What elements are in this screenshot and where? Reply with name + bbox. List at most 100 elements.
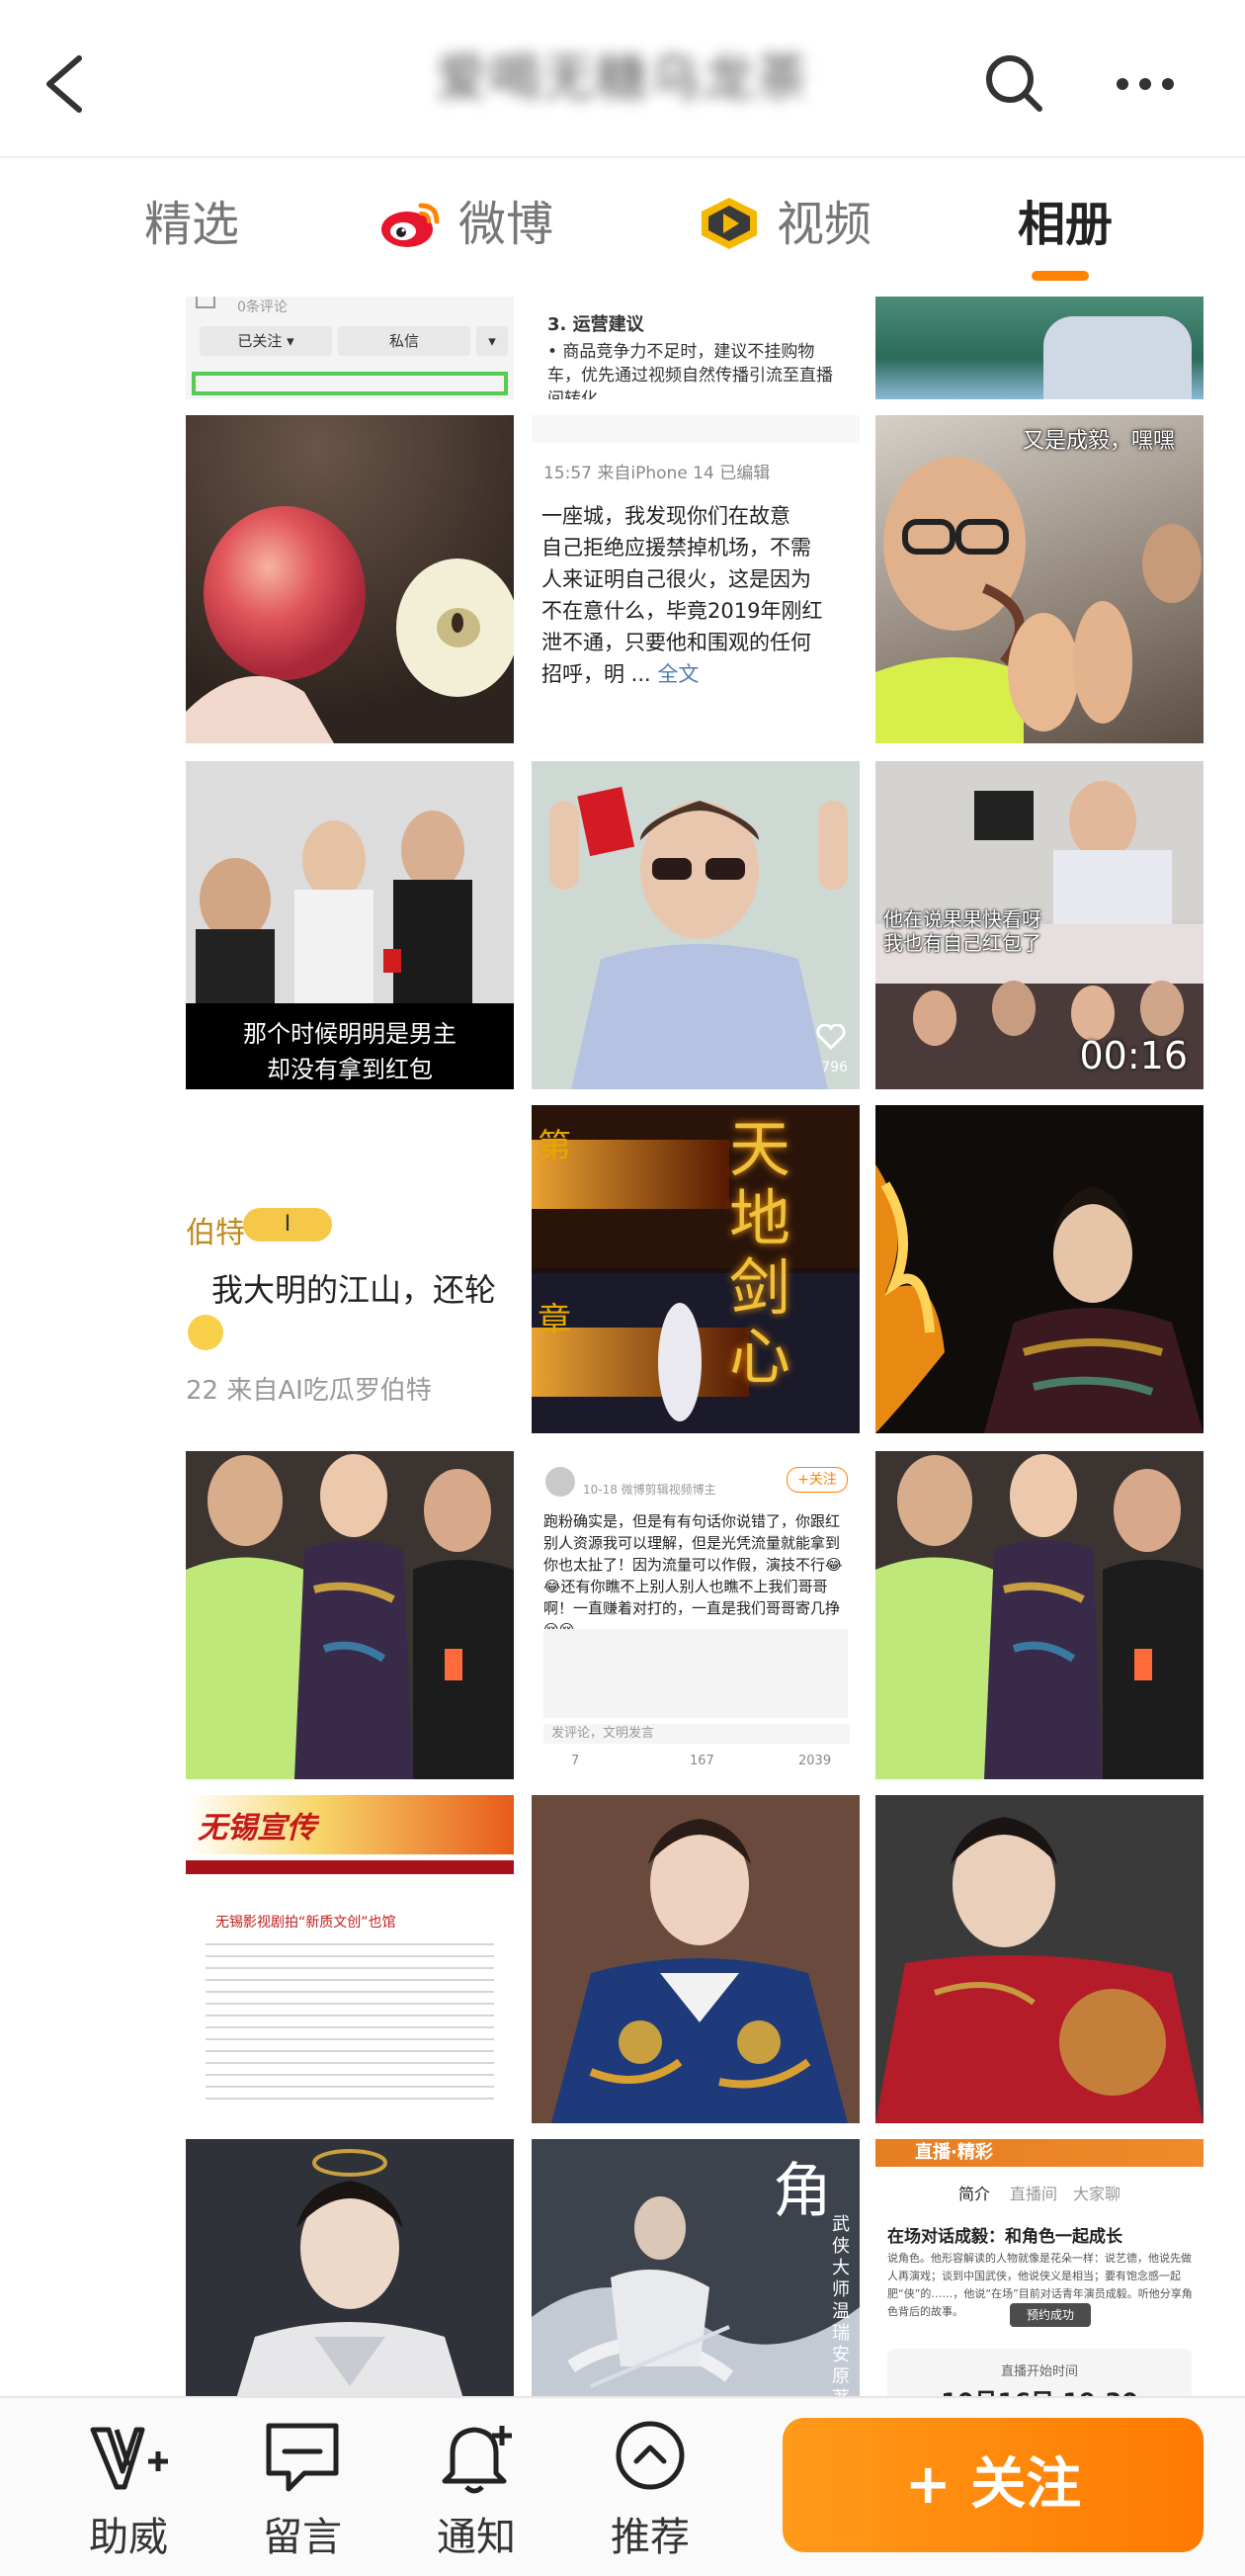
message-button[interactable]: 留言 — [233, 2416, 372, 2564]
tab-video[interactable]: 视频 — [698, 190, 872, 259]
tile-stat: 167 — [690, 1754, 714, 1768]
tile-caption: 又是成毅，嘿嘿 — [1022, 429, 1175, 454]
tile-badge: 预约成功 — [1010, 2303, 1091, 2327]
tile-text: 我大明的江山，还轮 — [211, 1271, 497, 1309]
tile-text: 直播·精彩 — [915, 2142, 993, 2163]
video-duration: 00:16 — [1079, 1034, 1188, 1077]
tile-text: 0条评论 — [237, 300, 288, 315]
apple-photo — [186, 415, 514, 743]
tile-caption: 却没有拿到红包 — [267, 1056, 433, 1083]
tile-text: 发评论，文明发言 — [543, 1724, 850, 1744]
tile-text: 人来证明自己很火，这是因为 — [541, 567, 811, 591]
tile-tab: 简介 — [958, 2185, 991, 2203]
profile-tabs: 精选 微博 视频 相册 — [0, 158, 1245, 297]
tile-stat: 2039 — [798, 1754, 832, 1768]
portrait-photo — [532, 761, 860, 1089]
active-tab-indicator — [1032, 271, 1089, 281]
cheer-button[interactable]: 助威 — [59, 2416, 198, 2564]
tile-text: • 商品竞争力不足时，建议不挂购物车，优先通过视频自然传播引流至直播间转化 — [547, 342, 833, 399]
follow-button[interactable]: + 关注 — [783, 2418, 1204, 2552]
tab-album[interactable]: 相册 — [1018, 190, 1113, 259]
photo-tile-red-robe-portrait[interactable] — [875, 1795, 1204, 2123]
photo-tile-on-set-group-2[interactable] — [875, 1451, 1204, 1779]
photo-tile-on-set-group[interactable] — [186, 1451, 514, 1779]
photo-tile-fire-portrait[interactable] — [875, 1105, 1204, 1433]
bottom-action-bar: 助威 留言 通知 推荐 + 关注 — [0, 2396, 1245, 2576]
recommend-label: 推荐 — [611, 2515, 690, 2560]
photo-tile-outdoor[interactable] — [875, 297, 1204, 399]
heart-icon — [816, 1024, 846, 1050]
tile-tab: 直播间 — [1010, 2185, 1058, 2203]
tile-more-link: 全文 — [657, 662, 700, 686]
tile-text: 武侠大师温瑞安原著 神州奇侠 — [832, 2214, 850, 2396]
tile-text: 15:57 来自iPhone 14 已编辑 — [543, 464, 771, 483]
portrait-photo — [186, 2139, 514, 2396]
tile-dropdown-chip: ▾ — [476, 326, 508, 356]
photo-tile-red-envelope-clip[interactable]: 那个时候明明是男主 却没有拿到红包 — [186, 761, 514, 1089]
notify-label: 通知 — [437, 2515, 516, 2560]
tile-level-badge: I — [243, 1208, 332, 1242]
photo-tile-news-page[interactable]: 无锡宣传 无锡影视剧拍“新质文创”也馆 — [186, 1795, 514, 2123]
tile-text: 泄不通，只要他和围观的任何 — [541, 631, 811, 654]
portrait-photo — [532, 1795, 860, 2123]
tab-featured[interactable]: 精选 — [144, 190, 239, 259]
tile-text: 在场对话成毅：和角色一起成长 — [887, 2227, 1122, 2247]
fire-portrait-photo — [875, 1105, 1204, 1433]
tile-tab: 大家聊 — [1073, 2185, 1121, 2203]
group-photo — [186, 1451, 514, 1779]
photo-tile-red-envelope-pose[interactable]: 796 — [532, 761, 860, 1089]
video-logo-icon — [702, 198, 757, 249]
more-options-button[interactable] — [1111, 59, 1180, 109]
photo-tile-comment-screenshot[interactable]: 伯特 I 我大明的江山，还轮 22 来自AI吃瓜罗伯特 — [186, 1105, 514, 1433]
tile-text: 10-18 微博剪辑视频博主 — [583, 1483, 716, 1497]
tile-text: 不在意什么，毕竟2019年刚红 — [541, 599, 823, 623]
photo-tile-costume-portrait[interactable] — [532, 1795, 860, 2123]
tile-text: 自己拒绝应援禁掉机场，不需 — [541, 536, 811, 559]
tile-text: 章 — [538, 1301, 571, 1340]
photo-tile-white-robe-portrait[interactable] — [186, 2139, 514, 2396]
photo-tile-apple[interactable] — [186, 415, 514, 743]
tab-weibo-label: 微博 — [458, 197, 554, 252]
search-button[interactable] — [982, 51, 1045, 115]
tile-stat: 7 — [571, 1754, 580, 1768]
portrait-photo — [875, 1795, 1204, 2123]
page-title: 爱喝无糖乌龙茶 — [435, 49, 809, 109]
back-arrow-icon — [46, 55, 82, 113]
tab-weibo[interactable]: 微博 — [379, 190, 553, 259]
search-icon — [986, 55, 1042, 112]
tile-text: 一座城，我发现你们在故意 — [541, 504, 790, 528]
tile-follow-chip: +关注 — [787, 1467, 848, 1493]
message-label: 留言 — [263, 2515, 342, 2560]
bell-plus-icon — [442, 2426, 512, 2494]
cheer-label: 助威 — [89, 2515, 168, 2560]
tile-message-chip: 私信 — [338, 326, 470, 356]
photo-grid: 0条评论 已关注 ▾ 私信 ▾ 3. 运营建议 • 商品竞争力不足时，建议不挂购… — [0, 297, 1245, 2396]
back-button[interactable] — [36, 44, 95, 124]
more-dots-icon — [1117, 78, 1174, 90]
photo-tile-text-post[interactable]: 3. 运营建议 • 商品竞争力不足时，建议不挂购物车，优先通过视频自然传播引流至… — [532, 297, 860, 399]
tile-title-text: 角 — [773, 2157, 832, 2226]
photo-tile-comment-thread[interactable]: 10-18 微博剪辑视频博主 +关注 跑粉确实是，但是有有句话你说错了，你跟红别… — [532, 1451, 860, 1779]
photo-tile-wuxia-poster[interactable]: 角 武侠大师温瑞安原著 神州奇侠 — [532, 2139, 860, 2396]
photo-tile-drama-title[interactable]: 第 章 天地剑心 — [532, 1105, 860, 1433]
notify-button[interactable]: 通知 — [407, 2416, 545, 2564]
recommend-button[interactable]: 推荐 — [581, 2416, 719, 2564]
tile-text: 招呼，明 ... — [541, 662, 651, 686]
photo-tile-live-announcement[interactable]: 直播·精彩 简介 直播间 大家聊 在场对话成毅：和角色一起成长 说角色。他形容解… — [875, 2139, 1204, 2396]
tile-text: 第 — [538, 1127, 571, 1166]
photo-tile-video[interactable]: 他在说果果快看呀 我也有自己红包了 00:16 — [875, 761, 1204, 1089]
photo-tile-profile-screenshot[interactable]: 0条评论 已关注 ▾ 私信 ▾ — [186, 297, 514, 399]
photo-tile-crowd-waving[interactable]: 又是成毅，嘿嘿 — [875, 415, 1204, 743]
tab-video-label: 视频 — [777, 197, 872, 252]
tile-text: 跑粉确实是，但是有有句话你说错了，你跟红别人资源我可以理解，但是光凭流量就能拿到… — [543, 1512, 843, 1639]
comment-bubble-icon — [266, 2423, 339, 2492]
tile-caption: 那个时候明明是男主 — [243, 1020, 456, 1048]
tile-text: 10月16日 19:30 — [887, 2382, 1192, 2396]
tile-title-text: 天地剑心 — [729, 1113, 791, 1393]
cheer-v-plus-icon — [90, 2427, 168, 2490]
crowd-photo — [875, 457, 1202, 743]
tile-text: 3. 运营建议 — [547, 314, 644, 335]
tile-text: 22 来自AI吃瓜罗伯特 — [186, 1376, 432, 1406]
photo-tile-weibo-screenshot[interactable]: 15:57 来自iPhone 14 已编辑 一座城，我发现你们在故意 自己拒绝应… — [532, 415, 860, 743]
weibo-logo-icon — [381, 203, 440, 247]
